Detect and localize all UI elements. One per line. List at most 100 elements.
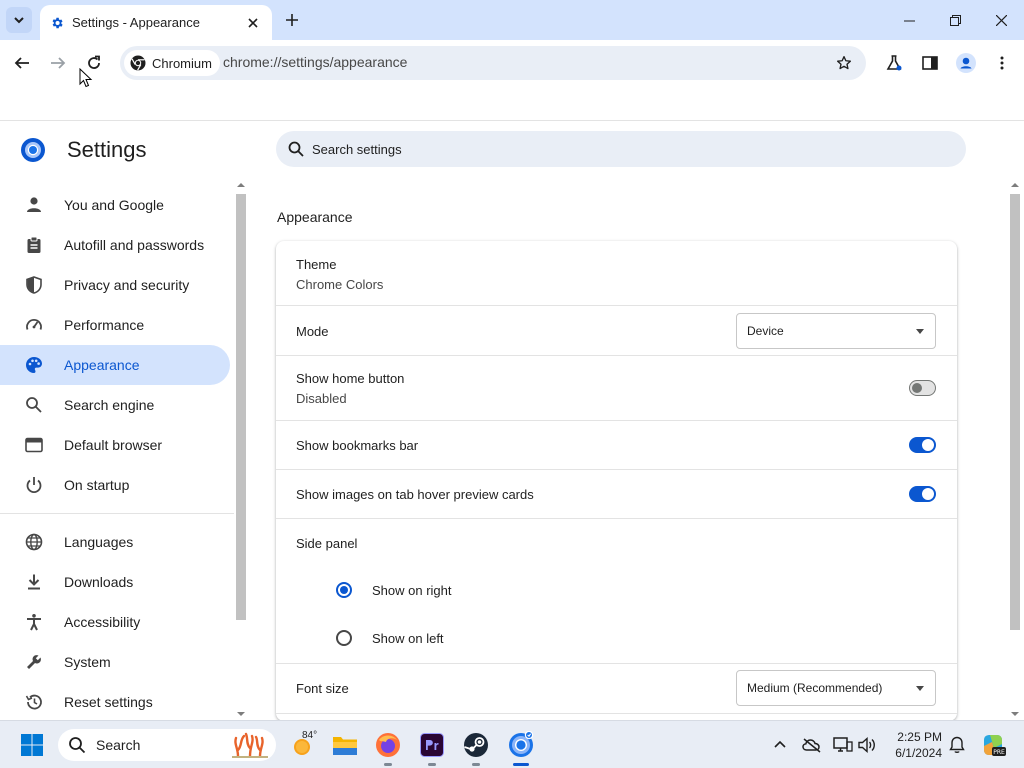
tray-overflow-button[interactable]	[769, 734, 791, 756]
power-icon	[24, 475, 44, 495]
wrench-icon	[24, 652, 44, 672]
profile-button[interactable]	[953, 50, 979, 76]
tab-hover-preview-row[interactable]: Show images on tab hover preview cards	[276, 470, 957, 519]
plus-icon	[286, 14, 298, 26]
sidebar-item-reset-settings[interactable]: Reset settings	[0, 682, 234, 722]
sidebar-item-label: Languages	[64, 534, 134, 550]
taskbar-search-label: Search	[96, 737, 141, 753]
sidebar-scrollbar-thumb[interactable]	[236, 194, 246, 620]
labs-button[interactable]	[881, 50, 907, 76]
side-panel-left-label[interactable]: Show on left	[372, 631, 444, 646]
search-settings-input[interactable]	[312, 141, 912, 157]
url-text[interactable]: chrome://settings/appearance	[223, 54, 407, 70]
side-panel-right-label[interactable]: Show on right	[372, 583, 452, 598]
address-bar[interactable]: Chromium chrome://settings/appearance	[120, 46, 866, 80]
taskbar-clock[interactable]: 2:25 PM 6/1/2024	[884, 729, 942, 761]
bookmarks-bar-row[interactable]: Show bookmarks bar	[276, 421, 957, 470]
tab-hover-preview-label: Show images on tab hover preview cards	[296, 487, 534, 502]
windows-taskbar: Search 84° 2:25 PM 6/1/2024 PRE	[0, 720, 1024, 768]
new-tab-button[interactable]	[281, 9, 303, 31]
sidebar-item-search-engine[interactable]: Search engine	[0, 385, 234, 425]
minimize-button[interactable]	[897, 8, 921, 32]
sidebar-item-label: Default browser	[64, 437, 163, 453]
gear-icon	[52, 17, 63, 28]
mode-label: Mode	[296, 324, 329, 339]
sidebar-item-default-browser[interactable]: Default browser	[0, 425, 234, 465]
bookmarks-bar-toggle[interactable]	[909, 437, 936, 453]
taskbar-firefox[interactable]	[372, 729, 404, 761]
taskbar-indicator	[472, 763, 480, 766]
taskbar-chromium[interactable]	[505, 729, 537, 761]
font-size-dropdown[interactable]: Medium (Recommended)	[736, 670, 936, 706]
theme-value: Chrome Colors	[296, 277, 384, 292]
sidebar-item-accessibility[interactable]: Accessibility	[0, 602, 234, 642]
sidebar-item-performance[interactable]: Performance	[0, 305, 234, 345]
sidebar-item-you-and-google[interactable]: You and Google	[0, 185, 234, 225]
taskbar-indicator	[428, 763, 436, 766]
steam-icon	[464, 733, 488, 757]
sidebar-item-label: Autofill and passwords	[64, 237, 205, 253]
sidebar-item-autofill[interactable]: Autofill and passwords	[0, 225, 234, 265]
sidebar-item-label: On startup	[64, 477, 130, 493]
globe-icon	[24, 532, 44, 552]
sidebar-item-downloads[interactable]: Downloads	[0, 562, 234, 602]
home-button-row[interactable]: Show home button Disabled	[276, 356, 957, 421]
tab-search-button[interactable]	[6, 7, 32, 33]
sidebar-item-privacy[interactable]: Privacy and security	[0, 265, 234, 305]
shield-icon	[24, 275, 44, 295]
content-scrollbar-thumb[interactable]	[1010, 194, 1020, 630]
side-panel-button[interactable]	[917, 50, 943, 76]
sidebar-item-label: Search engine	[64, 397, 155, 413]
tray-copilot[interactable]: PRE	[980, 732, 1006, 758]
sidebar-scrollbar[interactable]	[234, 178, 248, 719]
start-button[interactable]	[16, 729, 48, 761]
palette-icon	[24, 355, 44, 375]
tray-network[interactable]	[832, 734, 854, 756]
forward-button[interactable]	[45, 50, 71, 76]
tray-volume[interactable]	[856, 734, 878, 756]
sidebar-item-label: Performance	[64, 317, 145, 333]
restore-icon	[949, 14, 961, 26]
back-button[interactable]	[9, 50, 35, 76]
bookmark-star-button[interactable]	[832, 51, 856, 75]
coral-reef-icon	[232, 732, 268, 758]
sidebar-item-on-startup[interactable]: On startup	[0, 465, 234, 505]
side-panel-right-radio[interactable]	[336, 582, 352, 598]
sidebar-item-system[interactable]: System	[0, 642, 234, 682]
sidebar-item-appearance[interactable]: Appearance	[0, 345, 230, 385]
sidebar-item-languages[interactable]: Languages	[0, 522, 234, 562]
tray-notifications[interactable]	[946, 734, 968, 756]
taskbar-indicator	[384, 763, 392, 766]
taskbar-search-box[interactable]: Search	[58, 729, 276, 761]
tab-close-button[interactable]	[244, 14, 262, 32]
speaker-icon	[858, 736, 875, 754]
taskbar-steam[interactable]	[460, 729, 492, 761]
side-panel-left-radio[interactable]	[336, 630, 352, 646]
sidebar-item-label: Accessibility	[64, 614, 141, 630]
flask-icon	[886, 55, 902, 71]
menu-button[interactable]	[989, 50, 1015, 76]
windows-logo-icon	[21, 734, 43, 756]
tab-title: Settings - Appearance	[72, 15, 200, 30]
search-settings-box[interactable]	[276, 131, 966, 167]
browser-tab-active[interactable]: Settings - Appearance	[40, 5, 272, 40]
taskbar-file-explorer[interactable]	[329, 729, 361, 761]
content-scrollbar[interactable]	[1008, 178, 1022, 719]
side-panel-label: Side panel	[296, 536, 358, 551]
theme-row[interactable]: Theme Chrome Colors	[276, 241, 957, 306]
speedometer-icon	[24, 315, 44, 335]
tray-onedrive[interactable]	[801, 734, 823, 756]
chromium-icon	[130, 55, 146, 71]
sidebar-item-label: Downloads	[64, 574, 134, 590]
bell-icon	[949, 736, 965, 753]
copilot-pre-icon: PRE	[984, 735, 1006, 756]
search-icon	[69, 737, 86, 754]
close-window-button[interactable]	[989, 8, 1013, 32]
header-divider	[0, 120, 1024, 121]
taskbar-premiere-pro[interactable]	[416, 729, 448, 761]
sidebar-item-label: Privacy and security	[64, 277, 190, 293]
home-button-toggle[interactable]	[909, 380, 936, 396]
restore-button[interactable]	[943, 8, 967, 32]
mode-dropdown[interactable]: Device	[736, 313, 936, 349]
tab-hover-preview-toggle[interactable]	[909, 486, 936, 502]
